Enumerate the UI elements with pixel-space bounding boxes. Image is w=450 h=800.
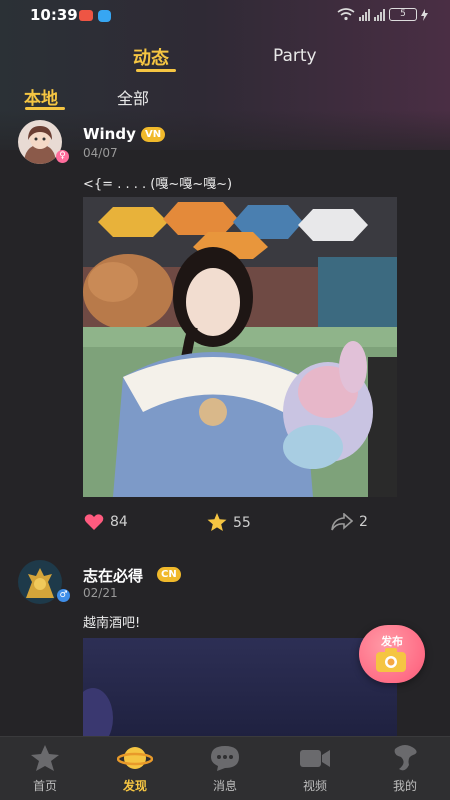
post-username[interactable]: Windy bbox=[83, 125, 136, 143]
subtab-local-underline bbox=[25, 107, 65, 110]
status-bar: 10:39 5 bbox=[0, 0, 450, 32]
collect-button[interactable]: 55 bbox=[207, 513, 251, 532]
notification-app-icon bbox=[79, 10, 93, 21]
camera-icon bbox=[376, 648, 406, 672]
like-count: 84 bbox=[110, 514, 128, 530]
nav-profile[interactable]: 我的 bbox=[360, 737, 450, 800]
share-arrow-icon bbox=[331, 513, 353, 531]
header-fade bbox=[0, 110, 450, 170]
nav-discover[interactable]: 发现 bbox=[90, 737, 180, 800]
post-username[interactable]: 志在必得 bbox=[83, 565, 143, 586]
notification-app-icon-2 bbox=[98, 10, 111, 22]
nav-home[interactable]: 首页 bbox=[0, 737, 90, 800]
post-date: 02/21 bbox=[83, 586, 118, 600]
publish-button[interactable]: 发布 bbox=[359, 625, 425, 683]
wifi-icon bbox=[337, 8, 355, 21]
star-shape-icon bbox=[31, 745, 59, 771]
video-camera-icon bbox=[300, 750, 330, 767]
country-badge: CN bbox=[157, 567, 181, 582]
heart-icon bbox=[84, 514, 104, 530]
subtab-all[interactable]: 全部 bbox=[117, 85, 149, 109]
charging-icon bbox=[421, 8, 428, 21]
post-text: 越南酒吧! bbox=[83, 616, 141, 631]
tab-feed[interactable]: 动态 bbox=[133, 44, 169, 70]
male-gender-icon: ♂ bbox=[57, 589, 70, 602]
star-count: 55 bbox=[233, 514, 251, 531]
status-right: 5 bbox=[337, 8, 428, 21]
share-count: 2 bbox=[359, 514, 368, 530]
post-date: 04/07 bbox=[83, 146, 118, 160]
tab-party[interactable]: Party bbox=[273, 46, 317, 66]
nav-label: 消息 bbox=[212, 779, 237, 793]
post-photo[interactable] bbox=[83, 197, 397, 497]
nav-label: 视频 bbox=[302, 779, 327, 793]
female-gender-icon: ♀ bbox=[56, 150, 69, 163]
post-photo[interactable] bbox=[83, 638, 397, 736]
like-button[interactable]: 84 bbox=[84, 513, 128, 531]
signal-icon-2 bbox=[374, 8, 385, 21]
share-button[interactable]: 2 bbox=[331, 513, 368, 531]
star-icon bbox=[207, 513, 227, 531]
battery-icon: 5 bbox=[389, 8, 417, 21]
tab-feed-underline bbox=[136, 69, 176, 72]
nav-label: 首页 bbox=[32, 779, 57, 793]
nav-video[interactable]: 视频 bbox=[270, 737, 360, 800]
status-time: 10:39 bbox=[30, 6, 78, 24]
nav-label: 发现 bbox=[122, 779, 147, 793]
country-badge: VN bbox=[141, 127, 166, 142]
subtab-local[interactable]: 本地 bbox=[24, 84, 58, 109]
avatar[interactable] bbox=[18, 560, 62, 604]
nav-messages[interactable]: 消息 bbox=[180, 737, 270, 800]
bottom-nav: 首页 发现 消息 视频 我的 bbox=[0, 736, 450, 800]
planet-icon bbox=[117, 747, 153, 769]
post-text: <{= . . . . (嘎~嘎~嘎~) bbox=[83, 177, 233, 192]
chat-bubble-icon bbox=[211, 746, 239, 771]
signal-icon bbox=[359, 8, 370, 21]
nav-label: 我的 bbox=[392, 779, 417, 793]
profile-icon bbox=[394, 745, 417, 771]
